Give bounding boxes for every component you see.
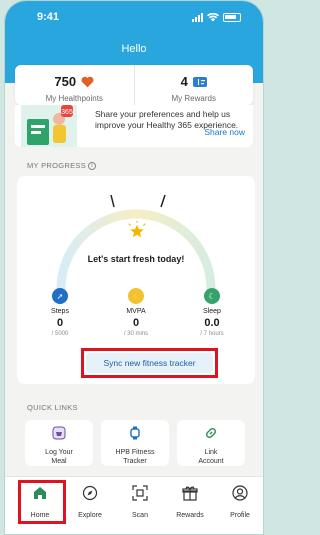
info-icon[interactable]: i bbox=[88, 162, 97, 171]
tab-rewards[interactable]: Rewards bbox=[168, 485, 212, 519]
home-tab-highlight bbox=[18, 480, 66, 524]
mvpa-goal: / 30 mins bbox=[123, 331, 149, 337]
rewards-stat[interactable]: 4 My Rewards bbox=[133, 65, 254, 105]
steps-metric[interactable]: ➚ Steps 0 / 5000 bbox=[25, 288, 95, 337]
fitness-tracker-label-2: Tracker bbox=[123, 458, 147, 465]
tab-scan[interactable]: Scan bbox=[118, 485, 162, 519]
sync-highlight: Sync new fitness tracker bbox=[81, 348, 218, 378]
sleep-goal: / 7 hours bbox=[200, 331, 224, 337]
fitness-tracker-label-1: HPB Fitness bbox=[115, 449, 155, 456]
steps-goal: / 5000 bbox=[51, 331, 69, 337]
healthpoints-label: My Healthpoints bbox=[45, 94, 103, 103]
tab-rewards-label: Rewards bbox=[176, 512, 204, 519]
meal-icon bbox=[52, 426, 66, 440]
status-time: 9:41 bbox=[37, 11, 60, 23]
gift-icon bbox=[182, 486, 198, 501]
mvpa-value: 0 bbox=[132, 317, 140, 329]
moon-icon: ☾ bbox=[204, 288, 220, 304]
healthpoints-value: 750 bbox=[54, 74, 77, 89]
steps-label: Steps bbox=[51, 308, 69, 315]
tab-explore[interactable]: Explore bbox=[68, 485, 112, 519]
app-screen: 9:41 Hello 750 My Healthpoints 4 My Rewa… bbox=[4, 0, 264, 535]
scan-icon bbox=[132, 485, 148, 501]
page-title: Hello bbox=[121, 43, 147, 55]
svg-text:365: 365 bbox=[61, 109, 73, 116]
tab-profile[interactable]: Profile bbox=[218, 485, 262, 519]
star-icon bbox=[128, 220, 146, 238]
link-account-label-1: Link bbox=[204, 449, 218, 456]
link-account-label-2: Account bbox=[198, 458, 224, 465]
status-bar: 9:41 bbox=[5, 11, 263, 27]
mvpa-label: MVPA bbox=[126, 308, 146, 315]
heart-icon bbox=[81, 76, 94, 87]
rewards-label: My Rewards bbox=[171, 94, 216, 103]
profile-icon bbox=[232, 485, 248, 501]
mvpa-metric[interactable]: ⚡ MVPA 0 / 30 mins bbox=[101, 288, 171, 337]
my-progress-heading: MY PROGRESS i bbox=[27, 161, 97, 171]
healthpoints-stat[interactable]: 750 My Healthpoints bbox=[15, 65, 134, 105]
rewards-value: 4 bbox=[180, 74, 188, 89]
feedback-banner[interactable]: 365 Share your preferences and help us i… bbox=[15, 105, 253, 147]
quick-link-fitness-tracker[interactable]: HPB Fitness Tracker bbox=[101, 420, 169, 466]
progress-card: Let's start fresh today! ➚ Steps 0 / 500… bbox=[17, 176, 255, 384]
steps-value: 0 bbox=[56, 317, 64, 329]
log-meal-label-2: Meal bbox=[51, 458, 67, 465]
quick-link-link-account[interactable]: Link Account bbox=[177, 420, 245, 466]
steps-icon: ➚ bbox=[52, 288, 68, 304]
link-icon bbox=[205, 427, 217, 439]
tab-profile-label: Profile bbox=[230, 512, 250, 519]
survey-illustration-icon: 365 bbox=[21, 105, 77, 147]
battery-icon bbox=[223, 13, 241, 22]
watch-icon bbox=[130, 426, 140, 440]
gauge-marker-right bbox=[160, 194, 166, 208]
sync-tracker-button[interactable]: Sync new fitness tracker bbox=[86, 353, 213, 373]
compass-icon bbox=[82, 485, 98, 501]
quick-links-heading: QUICK LINKS bbox=[27, 403, 78, 412]
tab-explore-label: Explore bbox=[78, 512, 102, 519]
tab-scan-label: Scan bbox=[132, 512, 148, 519]
lightning-icon: ⚡ bbox=[128, 288, 144, 304]
progress-headline: Let's start fresh today! bbox=[87, 254, 185, 264]
status-icons bbox=[192, 13, 241, 22]
quick-link-log-meal[interactable]: Log Your Meal bbox=[25, 420, 93, 466]
stats-card: 750 My Healthpoints 4 My Rewards bbox=[15, 65, 253, 105]
share-now-link[interactable]: Share now bbox=[204, 127, 245, 137]
ticket-icon bbox=[192, 76, 207, 87]
sleep-label: Sleep bbox=[203, 308, 221, 315]
sleep-metric[interactable]: ☾ Sleep 0.0 / 7 hours bbox=[177, 288, 247, 337]
wifi-icon bbox=[207, 13, 219, 22]
gauge-marker-left bbox=[110, 194, 115, 208]
sleep-value: 0.0 bbox=[204, 317, 220, 329]
signal-icon bbox=[192, 13, 203, 22]
my-progress-label: MY PROGRESS bbox=[27, 161, 87, 170]
log-meal-label-1: Log Your bbox=[45, 449, 73, 456]
